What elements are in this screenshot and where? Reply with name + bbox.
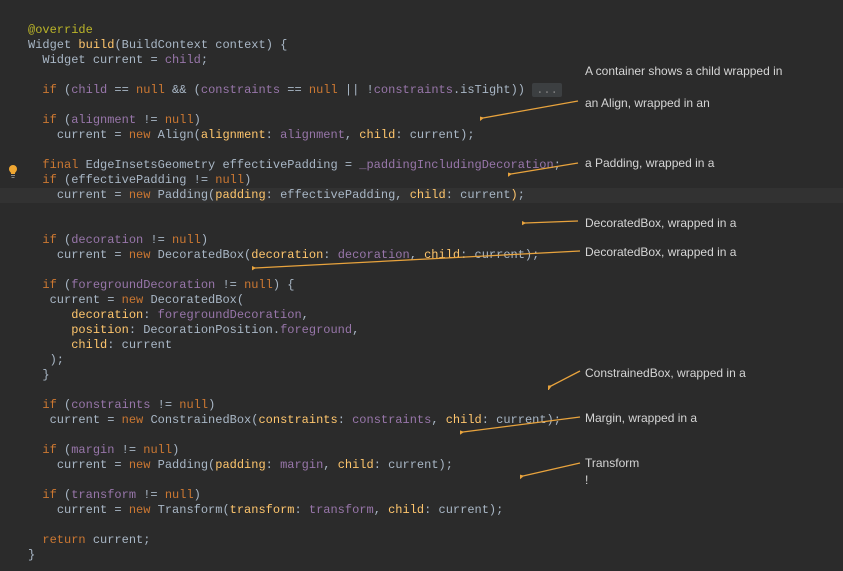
annotation-override: @override bbox=[28, 23, 93, 37]
line-23: if (transform != null) bbox=[28, 488, 201, 502]
line-19: if (constraints != null) bbox=[28, 398, 215, 412]
annotation-3: a Padding, wrapped in a bbox=[585, 155, 714, 171]
line-16: child: current bbox=[28, 338, 172, 352]
annotation-2: an Align, wrapped in an bbox=[585, 95, 710, 111]
line-3: Widget current = child; bbox=[28, 53, 208, 67]
line-21: if (margin != null) bbox=[28, 443, 179, 457]
line-6: current = new Align(alignment: alignment… bbox=[28, 128, 475, 142]
line-14: decoration: foregroundDecoration, bbox=[28, 308, 309, 322]
line-25: return current; bbox=[28, 533, 150, 547]
line-12: if (foregroundDecoration != null) { bbox=[28, 278, 294, 292]
line-9-highlighted: current = new Padding(padding: effective… bbox=[0, 188, 843, 203]
lightbulb-icon[interactable] bbox=[5, 164, 21, 180]
line-2: Widget build(BuildContext context) { bbox=[28, 38, 287, 52]
annotation-4: DecoratedBox, wrapped in a bbox=[585, 215, 736, 231]
line-24: current = new Transform(transform: trans… bbox=[28, 503, 503, 517]
line-4: if (child == null && (constraints == nul… bbox=[28, 83, 562, 97]
annotation-1: A container shows a child wrapped in bbox=[585, 63, 782, 79]
line-5: if (alignment != null) bbox=[28, 113, 201, 127]
line-8: if (effectivePadding != null) bbox=[28, 173, 251, 187]
line-18: } bbox=[28, 368, 50, 382]
line-26: } bbox=[28, 548, 35, 562]
line-17: ); bbox=[28, 353, 64, 367]
annotation-8: Transform bbox=[585, 455, 639, 471]
line-20: current = new ConstrainedBox(constraints… bbox=[28, 413, 561, 427]
annotation-9: ! bbox=[585, 472, 588, 488]
line-10: if (decoration != null) bbox=[28, 233, 208, 247]
code-editor: @override Widget build(BuildContext cont… bbox=[0, 0, 843, 571]
annotation-5: DecoratedBox, wrapped in a bbox=[585, 244, 736, 260]
fold-ellipsis[interactable]: ... bbox=[532, 83, 562, 97]
line-11: current = new DecoratedBox(decoration: d… bbox=[28, 248, 539, 262]
annotation-6: ConstrainedBox, wrapped in a bbox=[585, 365, 746, 381]
line-13: current = new DecoratedBox( bbox=[28, 293, 244, 307]
annotation-7: Margin, wrapped in a bbox=[585, 410, 697, 426]
line-7: final EdgeInsetsGeometry effectivePaddin… bbox=[28, 158, 561, 172]
line-22: current = new Padding(padding: margin, c… bbox=[28, 458, 453, 472]
line-15: position: DecorationPosition.foreground, bbox=[28, 323, 359, 337]
